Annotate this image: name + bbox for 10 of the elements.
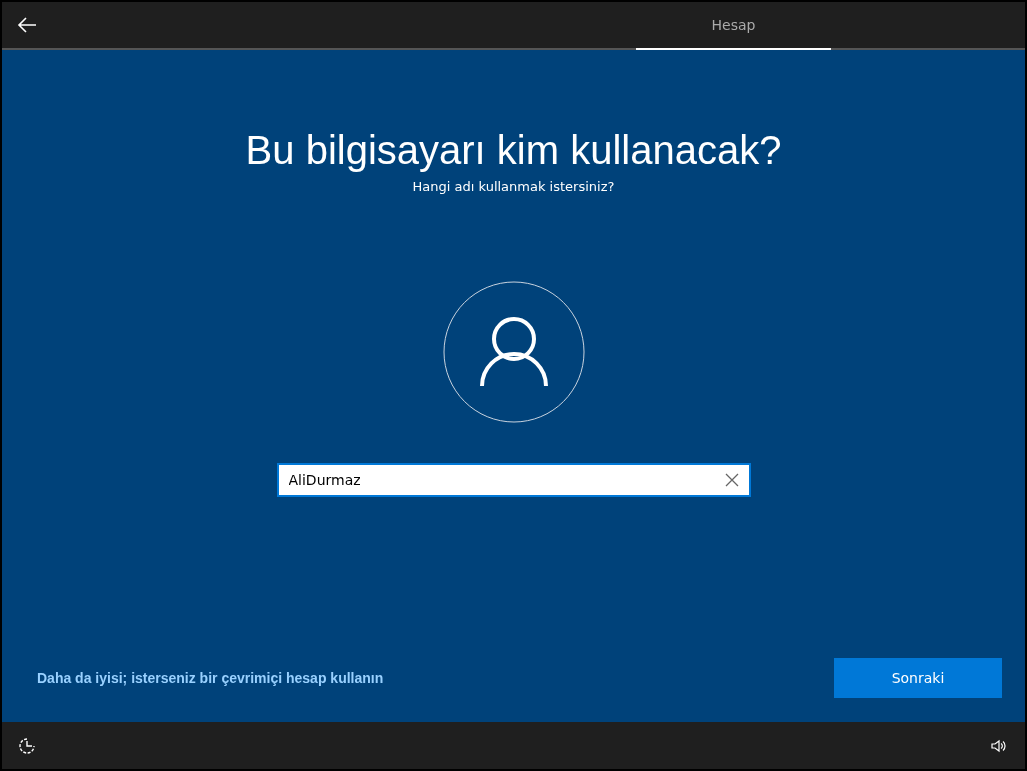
online-account-link[interactable]: Daha da iyisi; isterseniz bir çevrimiçi hesap kullanın xyxy=(37,670,384,686)
next-button[interactable]: Sonraki xyxy=(834,658,1002,698)
back-arrow-icon[interactable] xyxy=(17,17,37,33)
volume-icon[interactable] xyxy=(991,738,1007,753)
accessibility-icon[interactable] xyxy=(18,736,36,755)
user-avatar-icon xyxy=(442,281,585,423)
page-heading: Bu bilgisayarı kim kullanacak? xyxy=(245,128,782,173)
name-input-field[interactable]: AliDurmaz xyxy=(276,463,751,497)
clear-icon[interactable] xyxy=(724,473,739,487)
page-subheading: Hangi adı kullanmak istersiniz? xyxy=(412,179,615,194)
